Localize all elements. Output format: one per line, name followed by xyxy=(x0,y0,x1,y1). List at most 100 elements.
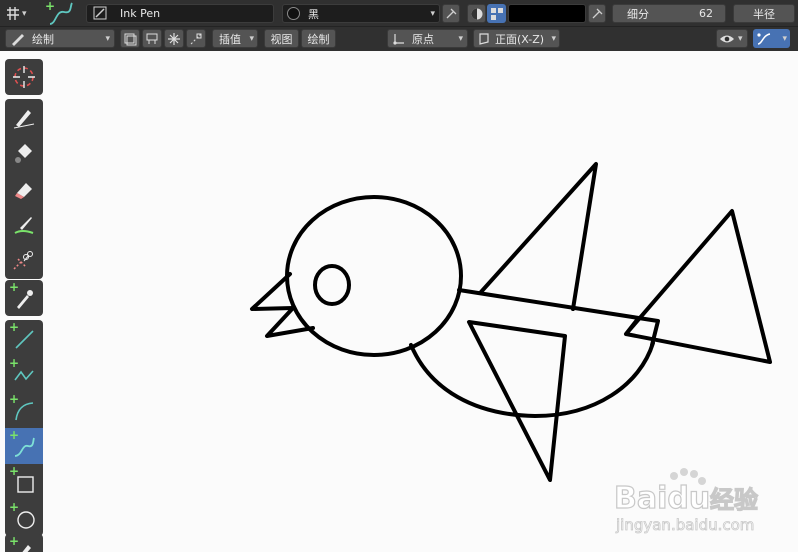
tool-settings-header: ▾ + Ink Pen 黑 ▾ 细分 62 半径 xyxy=(0,0,798,27)
circle-tool[interactable]: + xyxy=(5,500,43,536)
erase-tool[interactable] xyxy=(5,171,43,207)
tool-group-paint xyxy=(5,99,43,279)
autolock-icon xyxy=(146,33,158,44)
draw-tool[interactable] xyxy=(5,99,43,135)
material-name: 黑 xyxy=(308,7,319,21)
cursor-icon xyxy=(13,66,35,88)
bucket-icon xyxy=(15,144,32,163)
plus-icon: + xyxy=(9,428,20,442)
orientation-dropdown[interactable]: 正面(X-Z) ▾ xyxy=(473,29,560,48)
chevron-down-icon: ▾ xyxy=(458,33,463,44)
multiframe-button[interactable] xyxy=(120,29,140,48)
chevron-down-icon: ▾ xyxy=(105,33,110,44)
svg-text:+: + xyxy=(45,0,55,13)
chevron-down-icon: ▾ xyxy=(430,8,435,19)
vertex-color-mode-button[interactable] xyxy=(487,4,506,23)
editor-type-dropdown[interactable]: ▾ xyxy=(4,5,36,22)
color-swatch[interactable] xyxy=(508,4,586,23)
plus-icon: + xyxy=(9,320,20,334)
brush-icon xyxy=(93,6,107,20)
guides-button[interactable] xyxy=(186,29,206,48)
origin-dropdown[interactable]: 原点 ▾ xyxy=(387,29,468,48)
interpolate-dropdown[interactable]: 插值 ▾ xyxy=(212,29,258,48)
material-dropdown[interactable]: 黑 ▾ xyxy=(282,4,440,23)
plus-icon: + xyxy=(9,500,20,514)
viewport-header: 绘制 ▾ 插值 ▾ 视图 绘制 原点 ▾ 正面(X-Z) ▾ ▾ ▾ xyxy=(0,27,798,51)
chevron-down-icon: ▾ xyxy=(249,33,254,44)
origin-label: 原点 xyxy=(412,32,434,46)
curve-icon: + xyxy=(45,0,73,25)
chevron-down-icon: ▾ xyxy=(782,33,787,44)
tool-group-eyedropper: + xyxy=(5,280,43,316)
plus-icon: + xyxy=(9,280,20,294)
freeze-button[interactable] xyxy=(164,29,184,48)
tool-group-annotate: + xyxy=(5,534,43,552)
overlay-icon xyxy=(757,32,771,45)
tint-tool[interactable] xyxy=(5,207,43,243)
radius-field[interactable]: 半径 xyxy=(733,4,795,23)
overlay-dropdown[interactable]: ▾ xyxy=(753,29,790,48)
pencil-icon xyxy=(13,110,35,129)
plus-icon: + xyxy=(9,392,20,406)
autolock-button[interactable] xyxy=(142,29,162,48)
guides-icon xyxy=(190,33,202,44)
plus-icon: + xyxy=(9,534,20,548)
orientation-label: 正面(X-Z) xyxy=(495,32,545,46)
plane-icon xyxy=(479,32,489,45)
view-menu[interactable]: 视图 xyxy=(264,29,299,48)
mode-label: 绘制 xyxy=(32,32,54,46)
vertex-color-icon xyxy=(490,7,503,20)
draw-menu-label: 绘制 xyxy=(307,32,330,46)
brush-name: Ink Pen xyxy=(120,7,161,20)
material-sphere-icon xyxy=(471,8,482,19)
subdivide-field[interactable]: 细分 62 xyxy=(612,4,726,23)
watermark-brand-cn: 经验 xyxy=(710,486,758,514)
bird-beak xyxy=(250,272,315,338)
pin-color-button[interactable] xyxy=(588,4,606,23)
origin-icon xyxy=(393,33,404,45)
watermark-brand: Baidu xyxy=(614,481,710,516)
cutter-tool[interactable] xyxy=(5,243,43,279)
plus-icon: + xyxy=(9,464,20,478)
tool-group-primitives: + + + + + + xyxy=(5,320,43,536)
tool-group-cursor xyxy=(5,59,43,95)
bird-upper-wing xyxy=(479,162,598,311)
chevron-down-icon: ▾ xyxy=(738,33,743,44)
cursor-tool[interactable] xyxy=(5,59,43,95)
interpolate-label: 插值 xyxy=(219,32,241,46)
snowflake-icon xyxy=(168,32,180,45)
eraser-icon xyxy=(15,183,32,199)
bird-tail xyxy=(624,209,772,364)
pin-icon xyxy=(592,8,603,18)
plus-icon: + xyxy=(9,356,20,370)
box-tool[interactable]: + xyxy=(5,464,43,500)
draw-menu[interactable]: 绘制 xyxy=(301,29,336,48)
pin-material-button[interactable] xyxy=(442,4,460,23)
scissors-icon xyxy=(13,251,33,270)
material-swatch-icon xyxy=(287,7,300,20)
mode-dropdown[interactable]: 绘制 ▾ xyxy=(5,29,115,48)
brush-field[interactable]: Ink Pen xyxy=(86,4,274,23)
polyline-tool[interactable]: + xyxy=(5,356,43,392)
view-menu-label: 视图 xyxy=(270,32,293,46)
pin-icon xyxy=(446,8,457,18)
brush-icon xyxy=(14,217,34,234)
curve-tool[interactable]: + xyxy=(5,428,43,464)
annotate-tool[interactable]: + xyxy=(5,534,43,552)
subdivide-value: 62 xyxy=(699,7,713,20)
line-tool[interactable]: + xyxy=(5,320,43,356)
pencil-icon xyxy=(12,33,24,46)
bird-head xyxy=(285,195,463,357)
subdivide-label: 细分 xyxy=(627,7,649,21)
eyedropper-tool[interactable]: + xyxy=(5,280,43,316)
grid-editor-icon xyxy=(7,6,19,20)
bird-lower-wing xyxy=(467,320,567,482)
bird-belly xyxy=(409,341,655,418)
toolbar: + + + + + + + + xyxy=(0,52,48,552)
arc-tool[interactable]: + xyxy=(5,392,43,428)
eye-icon xyxy=(720,35,734,42)
visibility-dropdown[interactable]: ▾ xyxy=(716,29,748,48)
watermark-url: jingyan.baidu.com xyxy=(615,516,754,534)
material-color-mode-button[interactable] xyxy=(467,4,486,23)
fill-tool[interactable] xyxy=(5,135,43,171)
